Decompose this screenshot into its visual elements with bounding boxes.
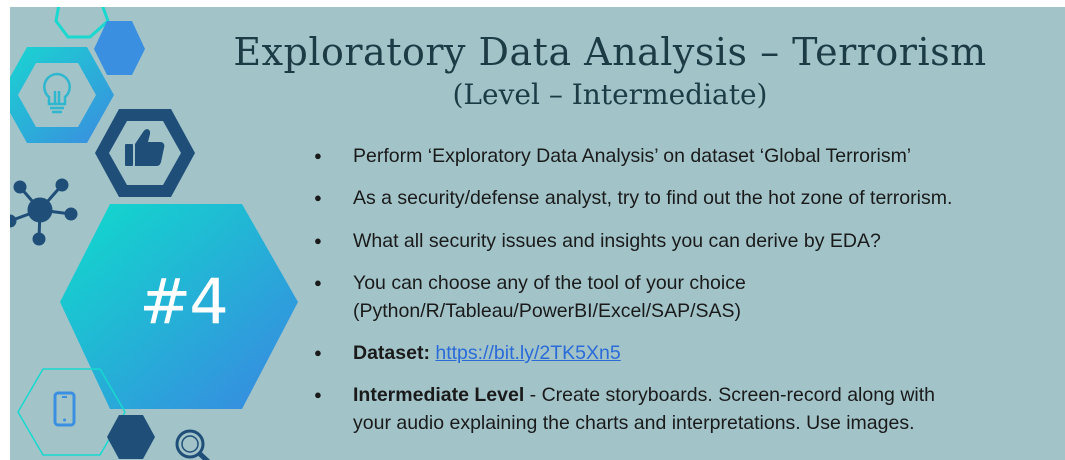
slide-title: Exploratory Data Analysis – Terrorism: [233, 30, 987, 74]
hexagon-blue-small: [94, 21, 145, 75]
bullet-item: Intermediate Level - Create storyboards.…: [310, 381, 1050, 437]
dataset-label: Dataset:: [353, 342, 430, 364]
bullet-list: Perform ‘Exploratory Data Analysis’ on d…: [310, 142, 1050, 437]
dataset-link[interactable]: https://bit.ly/2TK5Xn5: [435, 342, 620, 364]
bullet-text: What all security issues and insights yo…: [353, 230, 881, 252]
bullet-item: As a security/defense analyst, try to fi…: [310, 184, 1050, 212]
magnifier-icon: [175, 429, 211, 460]
bullet-text: You can choose any of the tool of your c…: [353, 272, 746, 294]
hexagon-navy-small: [107, 415, 155, 459]
hexagon-outline-top: [54, 7, 110, 39]
bullet-text-continued: your audio explaining the charts and int…: [353, 412, 915, 434]
slide-subtitle: (Level – Intermediate): [452, 78, 768, 111]
slide-frame: #4 Exploratory Data Analysis – Terrorism…: [0, 0, 1065, 460]
bullet-item: You can choose any of the tool of your c…: [310, 269, 1050, 325]
slide: #4 Exploratory Data Analysis – Terrorism…: [10, 5, 1065, 460]
bullet-item: What all security issues and insights yo…: [310, 227, 1050, 255]
bullet-text: As a security/defense analyst, try to fi…: [353, 187, 953, 209]
bullet-text: Perform ‘Exploratory Data Analysis’ on d…: [353, 145, 912, 167]
smartphone-icon: [53, 391, 76, 427]
bullet-text-continued: (Python/R/Tableau/PowerBI/Excel/SAP/SAS): [353, 300, 742, 322]
network-icon: [10, 178, 78, 246]
bullet-item: Dataset: https://bit.ly/2TK5Xn5: [310, 339, 1050, 367]
level-label: Intermediate Level: [353, 384, 525, 406]
bullet-text: - Create storyboards. Screen-record alon…: [524, 384, 936, 406]
bullet-item: Perform ‘Exploratory Data Analysis’ on d…: [310, 142, 1050, 170]
task-number: #4: [139, 265, 228, 338]
